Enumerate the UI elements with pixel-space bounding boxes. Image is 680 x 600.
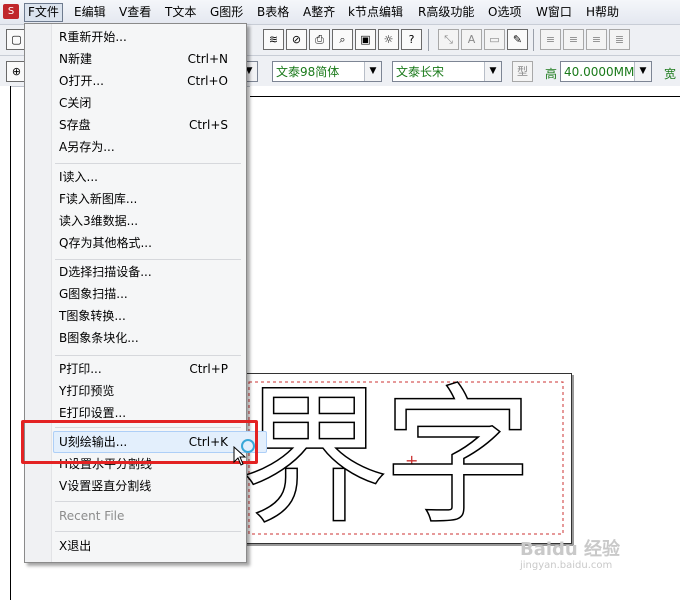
canvas-glyphs[interactable]: 界字 bbox=[238, 377, 534, 539]
app-icon[interactable]: S bbox=[3, 4, 19, 19]
chevron-down-icon: ▼ bbox=[364, 62, 381, 81]
lightbulb-icon[interactable]: ☼ bbox=[378, 29, 399, 50]
menu-separator bbox=[55, 531, 241, 532]
menu-item-select-scanner[interactable]: D选择扫描设备... bbox=[59, 262, 242, 282]
menu-item-recent-file: Recent File bbox=[59, 509, 125, 523]
edit-pencil-icon[interactable]: ✎ bbox=[507, 29, 528, 50]
align-center-icon[interactable]: ≡ bbox=[563, 29, 584, 50]
menu-align[interactable]: A整齐 bbox=[300, 4, 338, 21]
horizontal-ruler bbox=[250, 86, 680, 97]
menu-text[interactable]: T文本 bbox=[162, 4, 199, 21]
menu-graphics[interactable]: G图形 bbox=[207, 4, 246, 21]
menu-item-import-3d[interactable]: 读入3维数据... bbox=[59, 211, 242, 231]
menu-table[interactable]: B表格 bbox=[254, 4, 292, 21]
annotation-highlight-box bbox=[21, 420, 258, 464]
menu-item-exit[interactable]: X退出 bbox=[59, 536, 242, 556]
width-label: 宽 bbox=[664, 67, 677, 81]
text-a-icon[interactable]: A bbox=[461, 29, 482, 50]
height-value: 40.0000MM bbox=[564, 65, 635, 79]
menu-separator bbox=[55, 355, 241, 356]
align-right-icon[interactable]: ≡ bbox=[586, 29, 607, 50]
file-menu-dropdown: R重新开始... N新建 Ctrl+N O打开... Ctrl+O C关闭 S存盘 C… bbox=[24, 23, 267, 563]
height-input[interactable]: 40.0000MM ▼ bbox=[560, 61, 652, 82]
watermark-url: jingyan.baidu.com bbox=[520, 560, 613, 571]
design-area[interactable]: + 界字 bbox=[238, 373, 572, 544]
menu-item-new[interactable]: N新建 Ctrl+N bbox=[59, 49, 242, 69]
menu-advanced[interactable]: R高级功能 bbox=[415, 4, 477, 21]
font-style-value: 文泰长宋 bbox=[396, 65, 445, 79]
menu-item-print-preview[interactable]: Y打印预览 bbox=[59, 381, 242, 401]
menu-item-open[interactable]: O打开... Ctrl+O bbox=[59, 71, 242, 91]
help-question-icon[interactable]: ? bbox=[401, 29, 422, 50]
menu-help[interactable]: H帮助 bbox=[583, 4, 622, 21]
menu-item-import-library[interactable]: F读入新图库... bbox=[59, 189, 242, 209]
busy-cursor-icon bbox=[241, 439, 255, 453]
menu-node-edit[interactable]: k节点编辑 bbox=[345, 4, 406, 21]
toolbar-divider bbox=[533, 29, 534, 51]
menu-file[interactable]: F文件 bbox=[24, 3, 63, 22]
menu-item-print[interactable]: P打印... Ctrl+P bbox=[59, 359, 242, 379]
align-left-icon[interactable]: ≡ bbox=[540, 29, 561, 50]
italic-frame-icon[interactable]: ⊘ bbox=[286, 29, 307, 50]
menu-separator bbox=[55, 259, 241, 260]
menu-gutter bbox=[25, 24, 52, 562]
toolbar-divider bbox=[428, 29, 429, 51]
menu-item-scan-image[interactable]: G图象扫描... bbox=[59, 284, 242, 304]
menu-separator bbox=[55, 163, 241, 164]
watermark-logo: Baidu 经验 bbox=[520, 539, 621, 560]
menu-window[interactable]: W窗口 bbox=[533, 4, 575, 21]
menu-item-image-blocks[interactable]: B图象条块化... bbox=[59, 328, 242, 348]
menu-item-import[interactable]: I读入... bbox=[59, 167, 242, 187]
menu-edit[interactable]: E编辑 bbox=[71, 4, 109, 21]
style-combo-left[interactable]: ▼ bbox=[240, 61, 258, 82]
printer-icon[interactable]: ⎙ bbox=[309, 29, 330, 50]
font-style-select[interactable]: 文泰长宋 ▼ bbox=[392, 61, 502, 82]
menu-item-restart[interactable]: R重新开始... bbox=[59, 27, 242, 47]
menu-view[interactable]: V查看 bbox=[116, 4, 154, 21]
height-label: 高 bbox=[545, 67, 558, 81]
menu-item-export-format[interactable]: Q存为其他格式... bbox=[59, 233, 242, 253]
font-name-select[interactable]: 文泰98简体 ▼ bbox=[272, 61, 382, 82]
type-button[interactable]: 型 bbox=[512, 61, 533, 82]
menu-item-convert-image[interactable]: T图象转换... bbox=[59, 306, 242, 326]
text-outline-icon[interactable]: ▭ bbox=[484, 29, 505, 50]
menu-item-vertical-split[interactable]: V设置竖直分割线 bbox=[59, 476, 242, 496]
menu-item-close[interactable]: C关闭 bbox=[59, 93, 242, 113]
menu-item-save-as[interactable]: A另存为... bbox=[59, 137, 242, 157]
vertical-ruler bbox=[0, 86, 11, 600]
align-justify-icon[interactable]: ≣ bbox=[609, 29, 630, 50]
shape-icon[interactable]: ≋ bbox=[263, 29, 284, 50]
frame-icon[interactable]: ▣ bbox=[355, 29, 376, 50]
font-name-value: 文泰98简体 bbox=[276, 65, 340, 79]
menu-options[interactable]: O选项 bbox=[485, 4, 524, 21]
menu-item-save[interactable]: S存盘 Ctrl+S bbox=[59, 115, 242, 135]
menu-bar: S F文件 E编辑 V查看 T文本 G图形 B表格 A整齐 k节点编辑 R高级功… bbox=[0, 0, 680, 25]
mirror-icon[interactable]: ⤡ bbox=[438, 29, 459, 50]
menu-separator bbox=[55, 501, 241, 502]
chevron-down-icon: ▼ bbox=[484, 62, 501, 81]
preview-icon[interactable]: ⌕ bbox=[332, 29, 353, 50]
chevron-down-icon: ▼ bbox=[634, 62, 651, 81]
